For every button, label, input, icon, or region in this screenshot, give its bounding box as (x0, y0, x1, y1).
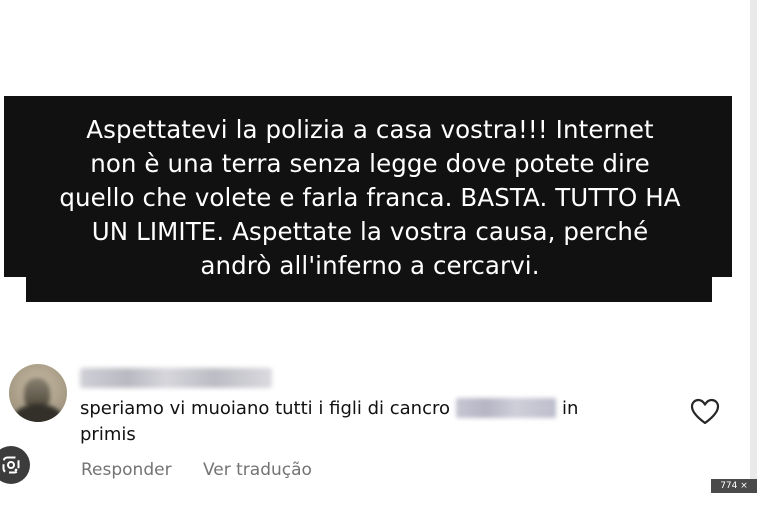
username-redacted[interactable] (80, 368, 272, 388)
avatar-body-blurred (13, 404, 63, 422)
story-caption: Aspettatevi la polizia a casa vostra!!! … (0, 95, 757, 305)
redacted-mention (456, 397, 556, 418)
lens-button[interactable] (0, 446, 30, 484)
caption-line: quello che volete e farla franca. BASTA.… (59, 183, 681, 212)
comment-text-line2: primis (80, 424, 136, 445)
caption-line: andrò all'inferno a cercarvi. (200, 251, 540, 280)
comment-text-start: speriamo vi muoiano tutti i figli di can… (80, 398, 450, 419)
translate-link[interactable]: Ver tradução (203, 460, 312, 480)
caption-line: Aspettatevi la polizia a casa vostra!!! … (86, 115, 654, 144)
like-button[interactable] (690, 398, 720, 426)
caption-line: UN LIMITE. Aspettate la vostra causa, pe… (91, 217, 649, 246)
comment-text: speriamo vi muoiano tutti i figli di can… (80, 396, 640, 448)
google-lens-icon (2, 456, 20, 474)
reply-link[interactable]: Responder (81, 460, 172, 480)
caption-text: Aspettatevi la polizia a casa vostra!!! … (10, 113, 730, 283)
heart-outline-icon (690, 398, 720, 425)
avatar[interactable] (9, 364, 67, 422)
comment-text-end: in (562, 398, 579, 419)
comment-actions: Responder Ver tradução (81, 460, 338, 480)
image-size-badge: 774 × 516 (711, 479, 757, 505)
caption-line: non è una terra senza legge dove potete … (90, 149, 650, 178)
